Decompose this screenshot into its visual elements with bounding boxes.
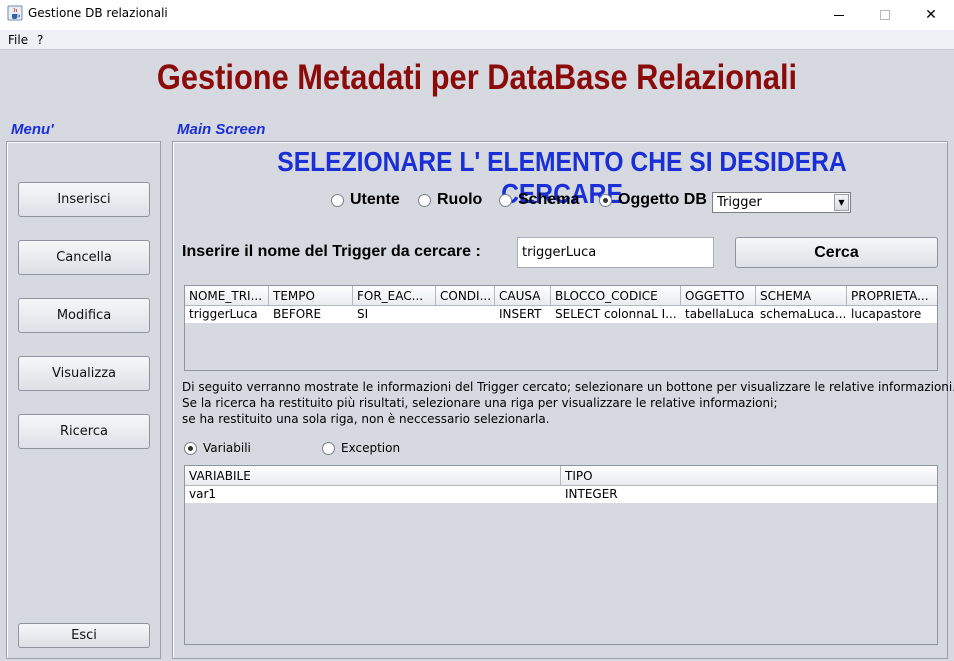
table-cell: INSERT (499, 307, 542, 321)
column-header[interactable]: NOME_TRI... (185, 286, 269, 306)
radio-dot (418, 193, 431, 207)
table-row[interactable]: triggerLuca BEFORE SI INSERT SELECT colo… (185, 306, 937, 323)
sidebar-label: Menu' (11, 121, 54, 138)
chevron-down-icon[interactable]: ▼ (834, 194, 849, 211)
radio-label: Ruolo (437, 191, 483, 208)
main-screen-label: Main Screen (177, 121, 266, 138)
table-cell: BEFORE (273, 307, 322, 321)
radio-oggetto-db[interactable]: Oggetto DB (599, 191, 707, 209)
cerca-button[interactable]: Cerca (735, 237, 938, 268)
column-header[interactable]: SCHEMA (756, 286, 847, 306)
object-type-select[interactable]: Trigger ▼ (712, 192, 851, 213)
table-row[interactable]: var1 INTEGER (185, 486, 937, 503)
column-header[interactable]: PROPRIETA... (847, 286, 937, 306)
radio-dot-selected (599, 193, 612, 207)
object-type-value: Trigger (717, 195, 762, 210)
maximize-button[interactable] (862, 0, 908, 30)
sidebar-panel (6, 141, 161, 659)
detail-table-header: VARIABILE TIPO (185, 466, 937, 486)
table-cell: INTEGER (565, 487, 618, 501)
window-title: Gestione DB relazionali (28, 6, 168, 20)
radio-variabili[interactable]: Variabili (184, 441, 251, 455)
info-line: Di seguito verranno mostrate le informaz… (182, 380, 954, 394)
search-prompt: Inserire il nome del Trigger da cercare … (182, 243, 481, 260)
table-cell: schemaLuca... (760, 307, 847, 321)
table-cell: triggerLuca (189, 307, 258, 321)
radio-dot (322, 441, 335, 455)
detail-table[interactable]: VARIABILE TIPO var1 INTEGER (184, 465, 938, 645)
column-header[interactable]: CAUSA (495, 286, 551, 306)
table-cell: var1 (189, 487, 217, 501)
visualizza-button[interactable]: Visualizza (18, 356, 150, 391)
radio-label: Variabili (203, 441, 251, 455)
radio-dot (331, 193, 344, 207)
radio-label: Utente (350, 191, 400, 208)
column-header[interactable]: FOR_EAC... (353, 286, 436, 306)
menu-bar: File ? (0, 30, 954, 50)
column-header[interactable]: OGGETTO (681, 286, 756, 306)
cancella-button[interactable]: Cancella (18, 240, 150, 275)
esci-button[interactable]: Esci (18, 623, 150, 648)
table-cell: tabellaLuca (685, 307, 755, 321)
radio-label: Schema (518, 191, 580, 208)
ricerca-button[interactable]: Ricerca (18, 414, 150, 449)
radio-exception[interactable]: Exception (322, 441, 400, 455)
menu-file[interactable]: File (8, 33, 28, 47)
radio-label: Oggetto DB (618, 191, 707, 208)
results-table-header: NOME_TRI... TEMPO FOR_EAC... CONDI... CA… (185, 286, 937, 306)
info-line: se ha restituito una sola riga, non è ne… (182, 412, 550, 426)
radio-schema[interactable]: Schema (499, 191, 579, 209)
radio-dot-selected (184, 441, 197, 455)
radio-dot (499, 193, 512, 207)
radio-label: Exception (341, 441, 401, 455)
table-cell: SI (357, 307, 369, 321)
table-cell: lucapastore (851, 307, 922, 321)
column-header[interactable]: TEMPO (269, 286, 353, 306)
column-header[interactable]: BLOCCO_CODICE (551, 286, 681, 306)
radio-ruolo[interactable]: Ruolo (418, 191, 482, 209)
table-cell: SELECT colonnaL I... (555, 307, 677, 321)
table-cell (436, 306, 495, 323)
modifica-button[interactable]: Modifica (18, 298, 150, 333)
java-cup-icon (7, 5, 23, 21)
minimize-button[interactable] (816, 0, 862, 30)
menu-help[interactable]: ? (37, 33, 43, 47)
maximize-icon (880, 10, 890, 20)
results-table[interactable]: NOME_TRI... TEMPO FOR_EAC... CONDI... CA… (184, 285, 938, 371)
page-title: Gestione Metadati per DataBase Relaziona… (156, 58, 798, 97)
search-input[interactable]: triggerLuca (517, 237, 714, 268)
column-header[interactable]: TIPO (561, 466, 937, 486)
title-bar: Gestione DB relazionali ✕ (0, 0, 954, 30)
column-header[interactable]: VARIABILE (185, 466, 561, 486)
minimize-icon (834, 14, 844, 16)
inserisci-button[interactable]: Inserisci (18, 182, 150, 217)
close-icon: ✕ (925, 7, 937, 23)
info-line: Se la ricerca ha restituito più risultat… (182, 396, 778, 410)
close-button[interactable]: ✕ (908, 0, 954, 30)
column-header[interactable]: CONDI... (436, 286, 495, 306)
radio-utente[interactable]: Utente (331, 191, 400, 209)
